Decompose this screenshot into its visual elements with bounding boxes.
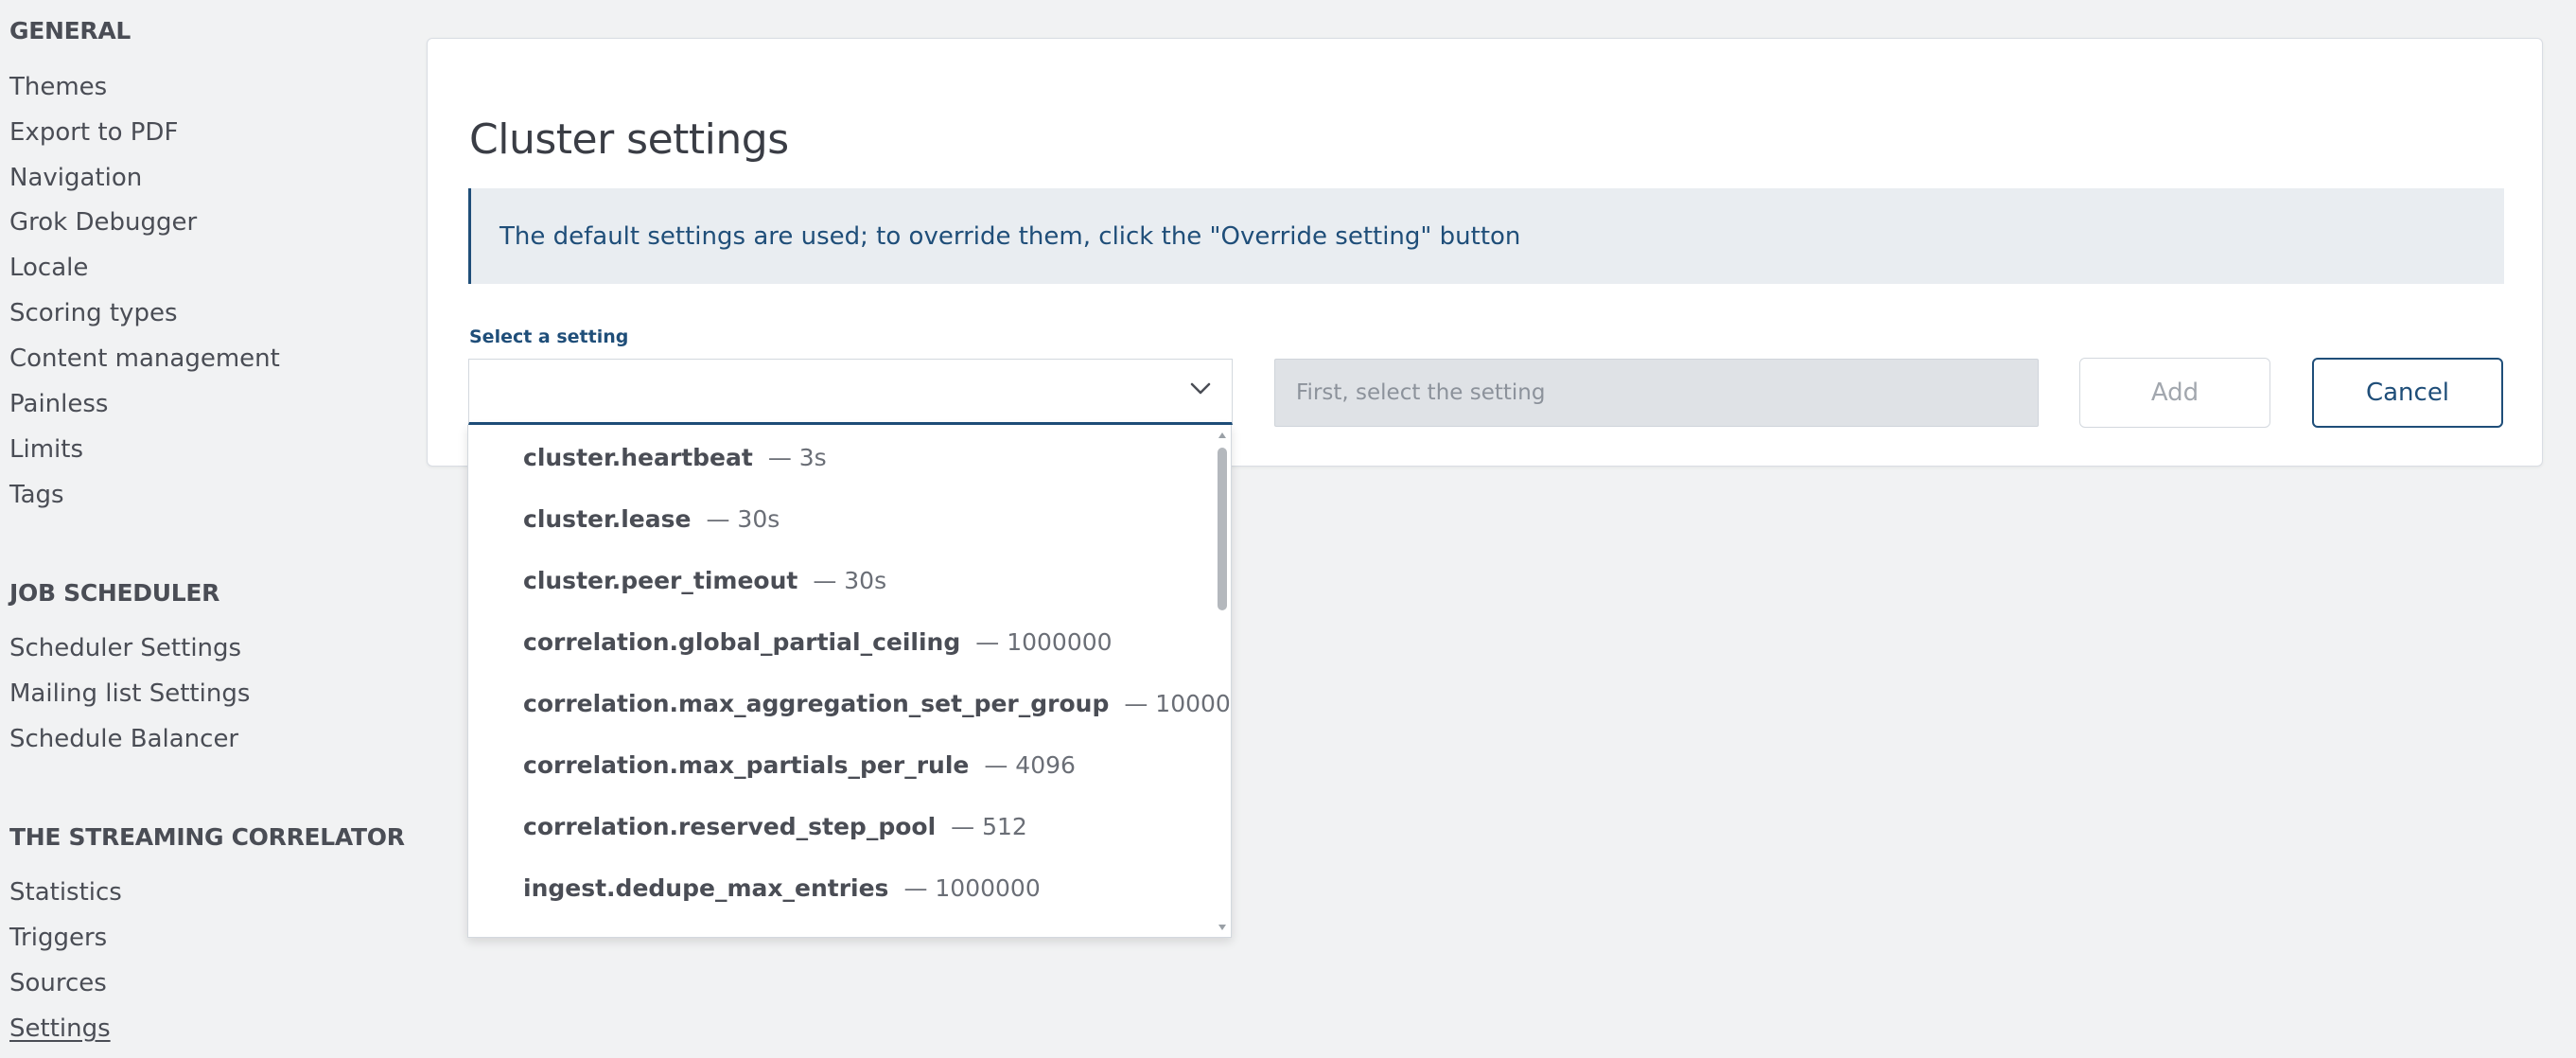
sidebar-item-triggers[interactable]: Triggers bbox=[9, 924, 107, 952]
option-default-value: — 1000000 bbox=[903, 873, 1041, 902]
add-button[interactable]: Add bbox=[2079, 358, 2270, 428]
sidebar-item-limits[interactable]: Limits bbox=[9, 435, 83, 464]
sidebar-section-general: GENERAL bbox=[9, 17, 131, 44]
list-item[interactable]: correlation.max_aggregation_set_per_grou… bbox=[523, 684, 1231, 722]
option-name: correlation.global_partial_ceiling bbox=[523, 627, 961, 656]
sidebar-item-scoring-types[interactable]: Scoring types bbox=[9, 299, 178, 327]
cluster-settings-panel: Cluster settings The default settings ar… bbox=[427, 38, 2543, 467]
option-default-value: — 1000000 bbox=[975, 627, 1113, 656]
sidebar-section-streaming-correlator: THE STREAMING CORRELATOR bbox=[9, 823, 405, 851]
option-name: cluster.heartbeat bbox=[523, 443, 753, 471]
option-default-value: — 30s bbox=[706, 504, 780, 533]
option-default-value: — 3s bbox=[767, 443, 827, 471]
setting-value-input[interactable] bbox=[1274, 359, 2039, 427]
sidebar-item-settings[interactable]: Settings bbox=[9, 1014, 111, 1043]
sidebar-item-locale[interactable]: Locale bbox=[9, 254, 88, 282]
option-name: ingest.dedupe_max_entries bbox=[523, 873, 889, 902]
option-default-value: — 512 bbox=[951, 812, 1027, 840]
option-name: correlation.max_aggregation_set_per_grou… bbox=[523, 689, 1110, 717]
sidebar-item-sources[interactable]: Sources bbox=[9, 969, 107, 997]
list-item[interactable]: correlation.reserved_step_pool — 512 bbox=[523, 807, 1027, 845]
sidebar-item-schedule-balancer[interactable]: Schedule Balancer bbox=[9, 725, 238, 753]
sidebar-section-job-scheduler: JOB SCHEDULER bbox=[9, 579, 220, 607]
option-name: cluster.lease bbox=[523, 504, 692, 533]
sidebar-item-painless[interactable]: Painless bbox=[9, 390, 108, 418]
sidebar-item-mailing-list-settings[interactable]: Mailing list Settings bbox=[9, 679, 250, 708]
info-callout-text: The default settings are used; to overri… bbox=[499, 221, 1521, 251]
sidebar-item-tags[interactable]: Tags bbox=[9, 481, 64, 509]
option-default-value: — 30s bbox=[813, 566, 887, 594]
list-item[interactable]: correlation.global_partial_ceiling — 100… bbox=[523, 623, 1113, 661]
setting-options-list[interactable]: cluster.heartbeat — 3s cluster.lease — 3… bbox=[467, 425, 1232, 938]
cancel-button[interactable]: Cancel bbox=[2312, 358, 2503, 428]
option-default-value: — 4096 bbox=[984, 750, 1076, 779]
option-name: correlation.reserved_step_pool bbox=[523, 812, 937, 840]
scroll-up-arrow-icon[interactable] bbox=[1218, 431, 1227, 440]
list-item[interactable]: ingest.dedupe_max_entries — 1000000 bbox=[523, 869, 1041, 907]
sidebar-item-grok-debugger[interactable]: Grok Debugger bbox=[9, 208, 197, 237]
option-name: cluster.peer_timeout bbox=[523, 566, 798, 594]
sidebar-item-scheduler-settings[interactable]: Scheduler Settings bbox=[9, 634, 241, 662]
sidebar-item-navigation[interactable]: Navigation bbox=[9, 164, 142, 192]
sidebar: GENERAL Themes Export to PDF Navigation … bbox=[0, 0, 416, 1058]
page-title: Cluster settings bbox=[469, 115, 789, 165]
option-name: correlation.max_partials_per_rule bbox=[523, 750, 970, 779]
sidebar-item-export-to-pdf[interactable]: Export to PDF bbox=[9, 118, 178, 147]
sidebar-item-statistics[interactable]: Statistics bbox=[9, 878, 122, 907]
list-item[interactable]: cluster.heartbeat — 3s bbox=[523, 438, 827, 476]
sidebar-item-themes[interactable]: Themes bbox=[9, 73, 107, 101]
list-item[interactable]: correlation.max_partials_per_rule — 4096 bbox=[523, 746, 1076, 784]
scrollbar[interactable] bbox=[1214, 425, 1231, 937]
scroll-down-arrow-icon[interactable] bbox=[1218, 923, 1227, 932]
sidebar-item-content-management[interactable]: Content management bbox=[9, 344, 280, 373]
list-item[interactable]: cluster.peer_timeout — 30s bbox=[523, 561, 886, 599]
select-setting-label: Select a setting bbox=[469, 326, 629, 347]
setting-select[interactable] bbox=[468, 359, 1233, 425]
info-callout: The default settings are used; to overri… bbox=[468, 188, 2504, 284]
chevron-down-icon bbox=[1190, 382, 1211, 395]
scrollbar-thumb[interactable] bbox=[1218, 448, 1227, 610]
list-item[interactable]: cluster.lease — 30s bbox=[523, 500, 780, 538]
